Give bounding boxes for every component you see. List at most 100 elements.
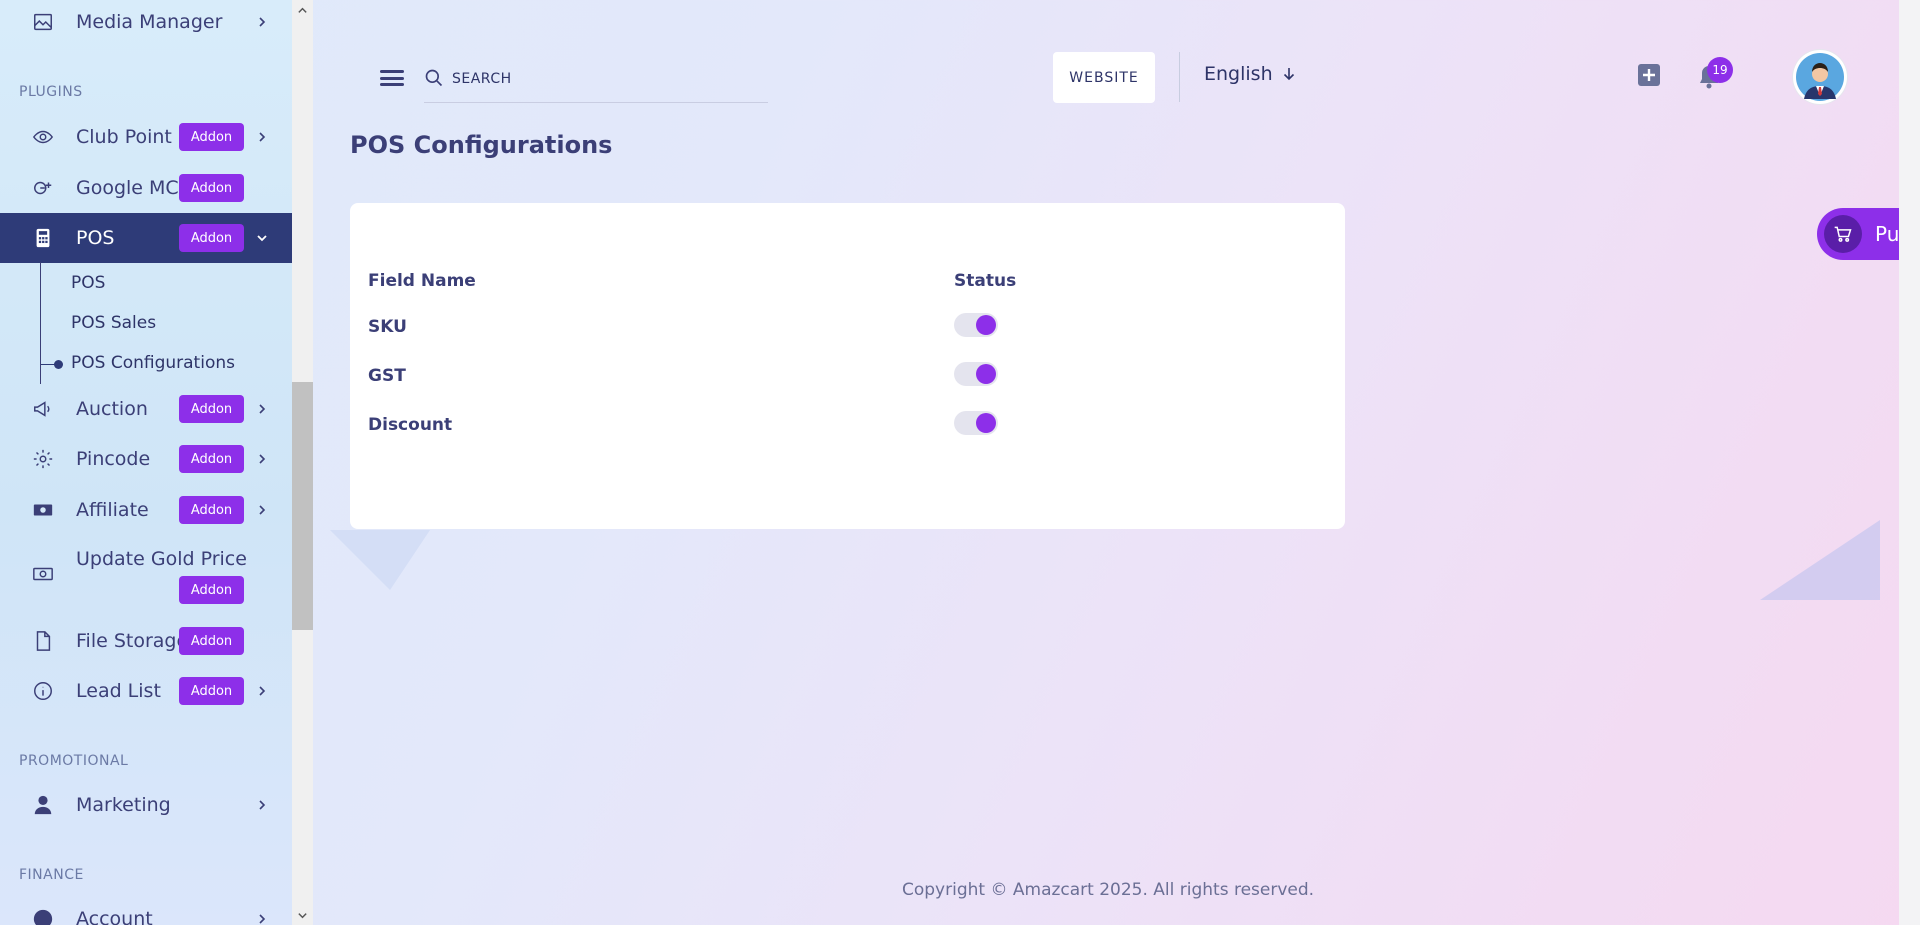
page-title: POS Configurations: [350, 131, 613, 159]
add-icon[interactable]: [1637, 63, 1661, 87]
menu-toggle-button[interactable]: [380, 66, 404, 90]
user-icon: [31, 793, 55, 817]
chevron-right-icon: [254, 911, 270, 925]
sku-status-toggle[interactable]: [954, 313, 998, 337]
section-title-finance: FINANCE: [19, 867, 84, 883]
sidebar-item-media-manager[interactable]: Media Manager: [0, 0, 292, 46]
scroll-down-icon[interactable]: [292, 905, 313, 925]
field-name-discount: Discount: [368, 415, 453, 435]
chevron-right-icon: [254, 683, 270, 699]
info-icon: [31, 679, 55, 703]
sidebar-item-label: Pincode: [76, 448, 151, 470]
sidebar-item-label: POS: [76, 227, 115, 249]
sidebar-item-google-mc[interactable]: Google MC Addon: [0, 164, 292, 212]
money-icon: [31, 498, 55, 522]
chevron-right-icon: [254, 451, 270, 467]
section-title-plugins: PLUGINS: [19, 84, 83, 100]
background-shard: [1760, 520, 1880, 600]
addon-badge: Addon: [179, 627, 244, 655]
floating-button-label: Pu: [1875, 222, 1900, 246]
cart-icon: [1824, 215, 1862, 253]
notification-badge: 19: [1707, 57, 1733, 83]
addon-badge: Addon: [179, 496, 244, 524]
search-box: [424, 60, 768, 103]
search-input[interactable]: [450, 64, 754, 94]
image-icon: [31, 10, 55, 34]
sidebar-item-update-gold-price[interactable]: Update Gold Price Addon: [0, 536, 292, 612]
sidebar: Media Manager PLUGINS Club Point Addon G…: [0, 0, 292, 925]
sidebar-item-label: Auction: [76, 398, 148, 420]
header-divider: [1179, 52, 1180, 102]
sidebar-item-pos[interactable]: POS Addon: [0, 213, 292, 263]
configurations-card: Field Name Status SKU GST Discount: [350, 203, 1345, 529]
sidebar-item-label: File Storage: [76, 630, 189, 652]
toggle-knob: [976, 364, 996, 384]
user-avatar-icon: [1796, 53, 1844, 101]
hamburger-line: [380, 76, 404, 80]
sidebar-item-label: Affiliate: [76, 499, 149, 521]
language-select[interactable]: English: [1204, 63, 1297, 85]
sidebar-item-label: Account: [76, 908, 153, 925]
sidebar-subitem-pos-sales[interactable]: POS Sales: [71, 313, 156, 333]
toggle-knob: [976, 413, 996, 433]
sidebar-item-auction[interactable]: Auction Addon: [0, 385, 292, 433]
avatar[interactable]: [1793, 50, 1847, 104]
sidebar-item-label: Marketing: [76, 794, 171, 816]
sidebar-item-account[interactable]: Account: [0, 895, 292, 925]
addon-badge: Addon: [179, 123, 244, 151]
sidebar-item-file-storage[interactable]: File Storage Addon: [0, 617, 292, 665]
sidebar-subitem-pos[interactable]: POS: [71, 273, 105, 293]
hamburger-line: [380, 70, 404, 73]
chevron-right-icon: [254, 502, 270, 518]
sidebar-scrollbar[interactable]: [292, 0, 313, 925]
toggle-knob: [976, 315, 996, 335]
chevron-right-icon: [254, 129, 270, 145]
sidebar-item-affiliate[interactable]: Affiliate Addon: [0, 486, 292, 534]
discount-status-toggle[interactable]: [954, 411, 998, 435]
active-indicator-dot: [54, 360, 63, 369]
sidebar-item-label: Media Manager: [76, 11, 223, 33]
megaphone-icon: [31, 397, 55, 421]
sidebar-item-label: Update Gold Price: [76, 548, 247, 570]
sidebar-item-label: Google MC: [76, 177, 179, 199]
column-header-field-name: Field Name: [368, 271, 476, 291]
sidebar-item-lead-list[interactable]: Lead List Addon: [0, 667, 292, 715]
field-name-sku: SKU: [368, 317, 407, 337]
scroll-up-icon[interactable]: [292, 0, 313, 20]
addon-badge: Addon: [179, 445, 244, 473]
language-label: English: [1204, 63, 1273, 85]
field-name-gst: GST: [368, 366, 406, 386]
chevron-right-icon: [254, 14, 270, 30]
addon-badge: Addon: [179, 395, 244, 423]
footer-copyright: Copyright © Amazcart 2025. All rights re…: [902, 880, 1315, 900]
hamburger-line: [380, 83, 404, 86]
sidebar-item-club-point[interactable]: Club Point Addon: [0, 113, 292, 161]
google-plus-icon: [31, 176, 55, 200]
page-scrollbar[interactable]: [1899, 0, 1920, 925]
gear-icon: [31, 447, 55, 471]
background-shard: [330, 530, 430, 590]
sidebar-item-marketing[interactable]: Marketing: [0, 781, 292, 829]
scrollbar-thumb[interactable]: [292, 382, 313, 630]
sidebar-item-label: Lead List: [76, 680, 161, 702]
chevron-down-icon: [254, 230, 270, 246]
chevron-right-icon: [254, 401, 270, 417]
sidebar-subitem-pos-configurations[interactable]: POS Configurations: [71, 353, 235, 373]
cash-icon: [31, 562, 55, 586]
sidebar-item-pincode[interactable]: Pincode Addon: [0, 435, 292, 483]
addon-badge: Addon: [179, 677, 244, 705]
eye-icon: [31, 125, 55, 149]
website-button[interactable]: WEBSITE: [1053, 52, 1155, 103]
dollar-icon: [31, 907, 55, 925]
search-icon: [425, 69, 443, 87]
chevron-right-icon: [254, 797, 270, 813]
submenu-line: [40, 262, 41, 384]
file-icon: [31, 629, 55, 653]
arrow-down-icon: [1283, 68, 1294, 81]
addon-badge: Addon: [179, 576, 244, 604]
addon-badge: Addon: [179, 224, 244, 252]
gst-status-toggle[interactable]: [954, 362, 998, 386]
column-header-status: Status: [954, 271, 1017, 291]
addon-badge: Addon: [179, 174, 244, 202]
sidebar-item-label: Club Point: [76, 126, 172, 148]
